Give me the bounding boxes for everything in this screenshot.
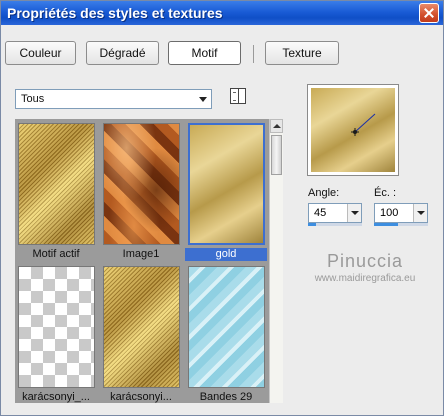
pattern-thumbnail[interactable] [18, 266, 95, 388]
pattern-label: karácsonyi_... [22, 391, 90, 403]
angle-slider-track[interactable] [308, 223, 362, 226]
scroll-thumb[interactable] [271, 135, 282, 175]
scale-label: Éc. : [374, 187, 397, 199]
category-value: Tous [21, 93, 45, 105]
pattern-item[interactable]: karácsonyi... [100, 262, 182, 404]
pattern-item[interactable]: Bandes 29 [185, 262, 267, 404]
category-select[interactable]: Tous [15, 89, 212, 109]
pattern-label: gold [185, 248, 267, 261]
scale-value: 100 [380, 207, 399, 219]
chevron-down-icon[interactable] [417, 211, 425, 215]
properties-dialog: Propriétés des styles et textures Couleu… [0, 0, 444, 416]
watermark-name: Pinuccia [326, 251, 404, 271]
pattern-grid: Motif actif Image1 gold karácsonyi_... k… [15, 119, 269, 403]
angle-stepper[interactable] [347, 204, 361, 222]
title-bar: Propriétés des styles et textures [1, 1, 443, 25]
tab-motif[interactable]: Motif [168, 41, 241, 65]
pattern-item[interactable]: Motif actif [15, 119, 97, 261]
pattern-label: Motif actif [32, 248, 80, 260]
angle-value: 45 [314, 207, 327, 219]
pattern-thumbnail[interactable] [103, 266, 180, 388]
tab-degrade[interactable]: Dégradé [86, 41, 159, 65]
angle-slider-fill[interactable] [308, 223, 316, 226]
scale-stepper[interactable] [413, 204, 427, 222]
tab-row: Couleur Dégradé Motif Texture [1, 35, 443, 71]
window-title: Propriétés des styles et textures [7, 5, 223, 21]
pattern-preview[interactable] [307, 84, 399, 176]
pattern-label: Bandes 29 [199, 391, 253, 403]
tab-couleur[interactable]: Couleur [5, 41, 76, 65]
preview-swatch[interactable] [311, 88, 395, 172]
tab-texture[interactable]: Texture [265, 41, 339, 65]
tab-separator [253, 45, 254, 63]
scale-slider-fill[interactable] [374, 223, 398, 226]
pattern-label: Image1 [122, 248, 160, 260]
watermark: Pinuccia www.maidiregrafica.eu [285, 251, 444, 284]
pattern-item[interactable]: karácsonyi_... [15, 262, 97, 404]
watermark-site: www.maidiregrafica.eu [314, 273, 416, 284]
angle-indicator-icon[interactable] [311, 88, 395, 172]
scale-input[interactable]: 100 [374, 203, 428, 223]
pattern-scrollbar[interactable] [269, 119, 283, 403]
pattern-thumbnail[interactable] [188, 123, 265, 245]
pattern-thumbnail[interactable] [18, 123, 95, 245]
chevron-down-icon[interactable] [199, 97, 207, 102]
pattern-label: karácsonyi... [110, 391, 172, 403]
pattern-item[interactable]: Image1 [100, 119, 182, 261]
book-icon[interactable] [230, 88, 246, 104]
angle-label: Angle: [308, 187, 340, 199]
scroll-up-icon[interactable] [270, 119, 283, 133]
chevron-down-icon[interactable] [351, 211, 359, 215]
close-icon[interactable] [419, 3, 439, 23]
pattern-thumbnail[interactable] [188, 266, 265, 388]
pattern-thumbnail[interactable] [103, 123, 180, 245]
pattern-item-selected[interactable]: gold [185, 119, 267, 261]
angle-input[interactable]: 45 [308, 203, 362, 223]
